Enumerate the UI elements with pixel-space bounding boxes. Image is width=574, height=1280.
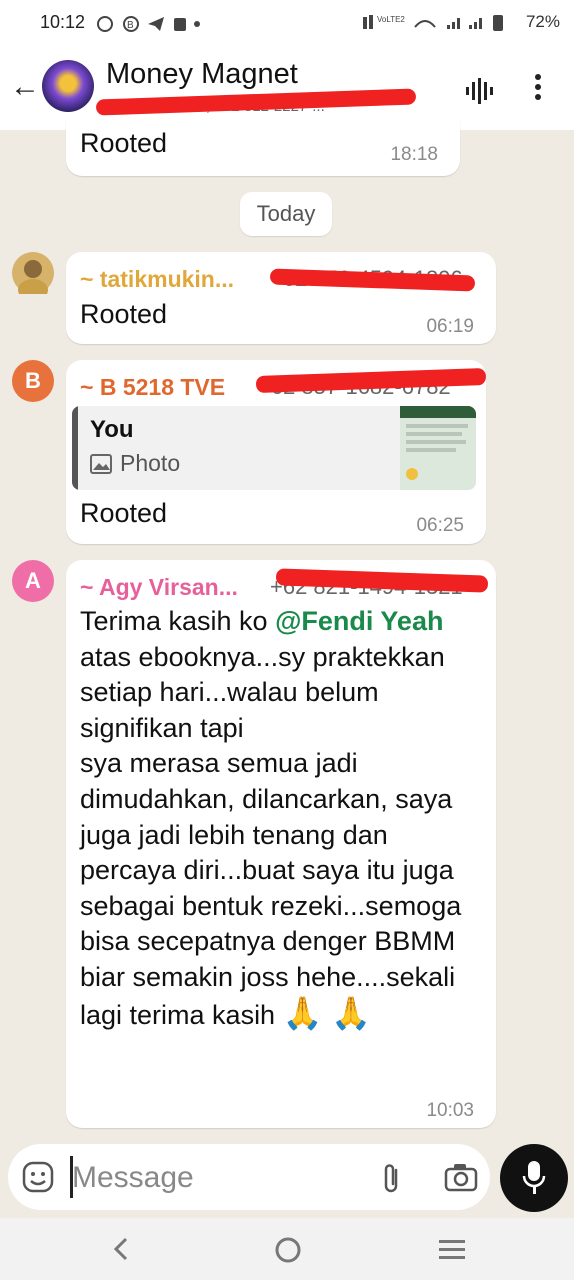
sender-avatar[interactable]: B (12, 360, 54, 402)
back-arrow-icon[interactable]: ← (10, 70, 40, 104)
sender-avatar[interactable] (12, 252, 54, 301)
group-avatar[interactable] (42, 60, 94, 112)
status-bar: 10:12 B VoLTE2 72% (0, 0, 574, 48)
date-divider: Today (240, 192, 332, 236)
photo-icon (90, 454, 112, 474)
message-bubble[interactable]: ~ B 5218 TVE +62 857-1682-6782 You Photo… (66, 360, 487, 544)
quote-thumbnail (400, 406, 476, 490)
message-composer (8, 1144, 490, 1210)
mic-icon (522, 1161, 546, 1194)
more-vert-icon[interactable] (534, 72, 542, 102)
nav-home-icon[interactable] (274, 1236, 302, 1264)
status-left-icons: B (97, 16, 200, 32)
message-text: Rooted (80, 299, 168, 329)
quoted-message[interactable]: You Photo (72, 406, 476, 490)
message-text: Rooted (80, 498, 168, 528)
message-bubble[interactable]: Rooted 18:18 (66, 118, 460, 176)
message-input[interactable] (70, 1158, 364, 1198)
emoji: 🙏 🙏 (282, 994, 372, 1031)
battery-percent: 72% (525, 12, 560, 31)
sender-name[interactable]: ~ Agy Virsan... (80, 574, 238, 601)
quote-bar (72, 406, 78, 490)
message-time: 10:03 (426, 1100, 474, 1121)
message-bubble[interactable]: ~ tatikmukin... +62 856-4594-1896 Rooted… (66, 252, 496, 344)
message-text: Rooted (80, 128, 168, 158)
message-time: 06:25 (416, 515, 464, 536)
sender-avatar[interactable]: A (12, 560, 54, 602)
camera-icon[interactable] (444, 1162, 478, 1192)
svg-text:VoLTE2: VoLTE2 (377, 15, 405, 24)
quote-author: You (90, 416, 134, 443)
paperclip-icon[interactable] (380, 1162, 404, 1194)
signal-icons: VoLTE2 (363, 14, 504, 31)
sticker-icon[interactable] (22, 1161, 54, 1193)
svg-text:B: B (127, 20, 134, 31)
status-time: 10:12 (40, 12, 86, 32)
nav-recents-icon[interactable] (438, 1238, 466, 1262)
voice-chat-icon[interactable] (464, 76, 494, 106)
mic-button[interactable] (500, 1144, 568, 1212)
system-nav-bar (0, 1218, 574, 1280)
mention-link[interactable]: @Fendi Yeah (275, 606, 443, 636)
message-bubble[interactable]: ~ Agy Virsan... +62 821-1494-1321 Terima… (66, 560, 496, 1128)
chat-title[interactable]: Money Magnet (106, 58, 298, 91)
nav-back-icon[interactable] (110, 1236, 134, 1262)
message-text: Terima kasih ko @Fendi Yeah atas ebookny… (80, 606, 462, 1031)
quote-type: Photo (90, 450, 180, 477)
message-time: 06:19 (426, 316, 474, 337)
sender-name[interactable]: ~ tatikmukin... (80, 266, 234, 293)
status-right: VoLTE2 72% (363, 12, 560, 33)
message-time: 18:18 (390, 144, 438, 165)
sender-name[interactable]: ~ B 5218 TVE (80, 374, 225, 401)
